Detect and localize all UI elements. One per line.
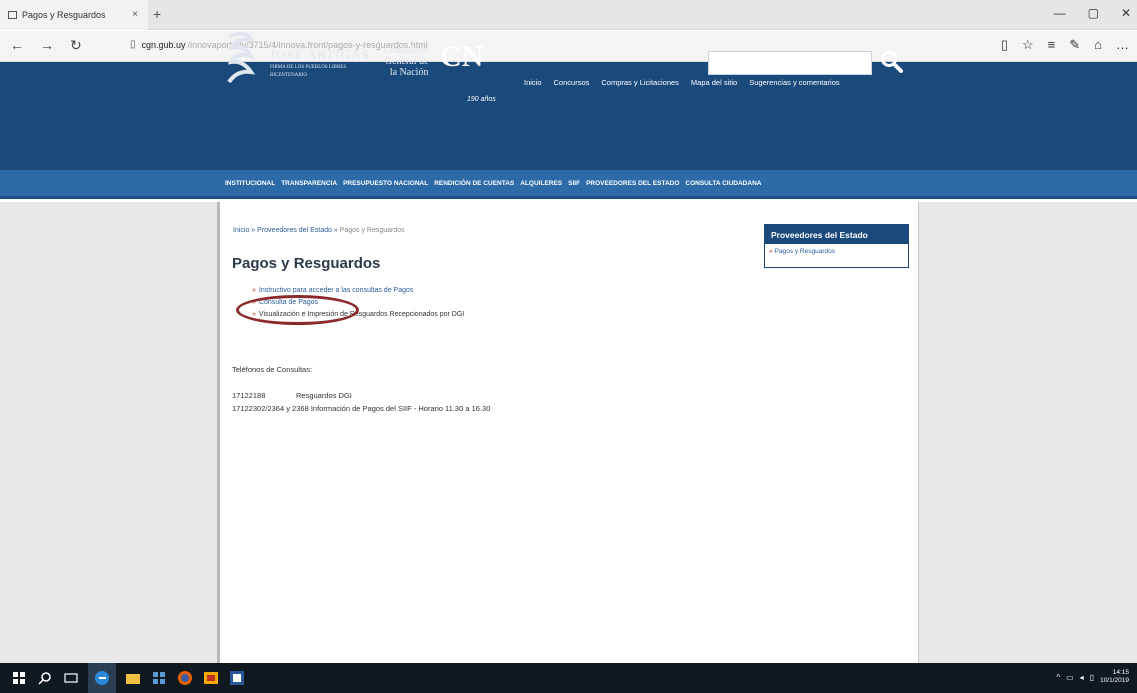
bullet-icon: » — [252, 287, 256, 294]
file-explorer-icon[interactable] — [124, 669, 142, 687]
edge-taskbar-button[interactable] — [88, 663, 116, 693]
side-box-item[interactable]: » Pagos y Resguardos — [765, 244, 908, 259]
side-box-item-label: Pagos y Resguardos — [774, 248, 835, 255]
bullet-icon: » — [769, 248, 773, 255]
url-host: cgn.gub.uy — [141, 39, 186, 50]
screen: Pagos y Resguardos × + — ▢ ✕ ← → ↻ ▯ cgn… — [0, 0, 1137, 693]
side-box: Proveedores del Estado » Pagos y Resguard… — [764, 224, 909, 268]
anos-label: 190 años — [467, 96, 496, 103]
maximize-icon[interactable]: ▢ — [1088, 6, 1099, 20]
phone-description: Resguardos DGI — [296, 391, 352, 400]
right-gutter — [918, 202, 1137, 663]
site-header: Inicio Concursos Compras y Licitaciones … — [0, 62, 1137, 170]
artigas-logo-text: JOSÉ ARTIGAS FIRMA DE LOS PUEBLOS LIBRES… — [270, 47, 370, 79]
artigas-sub2: BICENTENARIO — [270, 73, 307, 78]
close-window-icon[interactable]: ✕ — [1121, 6, 1131, 20]
top-links: Inicio Concursos Compras y Licitaciones … — [524, 78, 840, 87]
breadcrumb-section[interactable]: Proveedores del Estado — [257, 227, 332, 234]
search-icon[interactable] — [879, 49, 905, 75]
windows-start-icon[interactable] — [10, 669, 28, 687]
breadcrumb-separator: » — [333, 227, 338, 234]
nav-siif[interactable]: SIIF — [568, 180, 580, 187]
more-icon[interactable]: … — [1116, 37, 1129, 53]
side-box-heading: Proveedores del Estado — [765, 225, 908, 244]
share-icon[interactable]: ⌂ — [1094, 37, 1102, 53]
nav-institucional[interactable]: INSTITUCIONAL — [225, 180, 275, 187]
cgn-line2: General de — [384, 56, 429, 67]
search-input[interactable] — [708, 51, 872, 75]
notification-icon[interactable]: ▯ — [1090, 673, 1094, 682]
browser-tab[interactable]: Pagos y Resguardos × — [0, 0, 148, 30]
top-link-concursos[interactable]: Concursos — [554, 78, 590, 87]
artigas-sub1: FIRMA DE LOS PUEBLOS LIBRES — [270, 65, 347, 70]
volume-icon[interactable]: ◂ — [1080, 673, 1084, 682]
chevron-up-icon[interactable]: ^ — [1056, 673, 1060, 682]
new-tab-button[interactable]: + — [153, 6, 161, 22]
system-tray: ^ ▭ ◂ ▯ 14:15 10/1/2019 — [1056, 669, 1129, 685]
nav-consulta[interactable]: CONSULTA CIUDADANA — [685, 180, 761, 187]
refresh-icon[interactable]: ↻ — [70, 37, 82, 54]
browser-tab-bar: Pagos y Resguardos × + — ▢ ✕ — [0, 0, 1137, 30]
link-instructivo[interactable]: Instructivo para acceder a las consultas… — [259, 287, 413, 294]
breadcrumb-current: Pagos y Resguardos — [339, 227, 405, 234]
cgn-line3: la Nación — [389, 67, 429, 78]
top-link-inicio[interactable]: Inicio — [524, 78, 542, 87]
hub-icon[interactable]: ≡ — [1048, 37, 1056, 53]
favorite-star-icon[interactable]: ☆ — [1022, 37, 1034, 53]
breadcrumb-home[interactable]: Inicio — [233, 227, 249, 234]
taskbar: ^ ▭ ◂ ▯ 14:15 10/1/2019 — [0, 663, 1137, 693]
minimize-icon[interactable]: — — [1054, 6, 1066, 20]
artigas-logo-icon — [227, 31, 255, 84]
top-link-compras[interactable]: Compras y Licitaciones — [601, 78, 679, 87]
back-icon[interactable]: ← — [10, 37, 24, 53]
firefox-icon[interactable] — [176, 669, 194, 687]
store-icon[interactable] — [150, 669, 168, 687]
highlight-oval — [236, 295, 359, 325]
tab-close-icon[interactable]: × — [132, 9, 138, 20]
clock-time: 14:15 — [1112, 669, 1129, 676]
cgn-name[interactable]: Contaduría General de la Nación — [384, 45, 428, 78]
app-icon[interactable] — [202, 669, 220, 687]
clock[interactable]: 14:15 10/1/2019 — [1100, 669, 1129, 685]
phones-heading: Teléfonos de Consultas: — [232, 365, 313, 374]
task-view-icon[interactable] — [62, 669, 80, 687]
reading-view-icon[interactable]: ▯ — [1001, 37, 1008, 53]
page-title: Pagos y Resguardos — [232, 255, 381, 272]
artigas-name: JOSÉ ARTIGAS — [270, 47, 370, 62]
cgn-logo[interactable]: CN — [440, 40, 483, 74]
nav-presupuesto[interactable]: PRESUPUESTO NACIONAL — [343, 180, 428, 187]
edge-icon — [95, 671, 109, 685]
tab-title: Pagos y Resguardos — [22, 10, 106, 20]
main-nav: INSTITUCIONAL TRANSPARENCIA PRESUPUESTO … — [0, 170, 1137, 199]
address-bar: ← → ↻ ▯ cgn.gub.uy /innovaportal/v/3715/… — [0, 31, 1137, 62]
nav-transparencia[interactable]: TRANSPARENCIA — [281, 180, 337, 187]
cgn-line1: Contaduría — [384, 45, 429, 56]
page-info-icon: ▯ — [130, 39, 136, 50]
network-icon[interactable]: ▭ — [1066, 673, 1074, 682]
top-link-mapa[interactable]: Mapa del sitio — [691, 78, 737, 87]
forward-icon[interactable]: → — [40, 37, 54, 53]
phone-row: 17122188 Resguardos DGI — [232, 391, 352, 400]
breadcrumb-separator: » — [251, 227, 256, 234]
nav-alquileres[interactable]: ALQUILERES — [520, 180, 562, 187]
breadcrumb: Inicio » Proveedores del Estado » Pagos … — [233, 227, 405, 234]
page-icon — [8, 11, 17, 19]
left-gutter — [0, 202, 220, 663]
word-icon[interactable] — [228, 669, 246, 687]
nav-proveedores[interactable]: PROVEEDORES DEL ESTADO — [586, 180, 679, 187]
phone-row-2: 17122302/2364 y 2368 Información de Pago… — [232, 404, 491, 413]
nav-rendicion[interactable]: RENDICIÓN DE CUENTAS — [434, 180, 514, 187]
clock-date: 10/1/2019 — [1100, 677, 1129, 684]
top-link-sugerencias[interactable]: Sugerencias y comentarios — [749, 78, 839, 87]
phone-number: 17122188 — [232, 391, 266, 400]
web-note-icon[interactable]: ✎ — [1069, 37, 1080, 53]
search-icon[interactable] — [36, 669, 54, 687]
